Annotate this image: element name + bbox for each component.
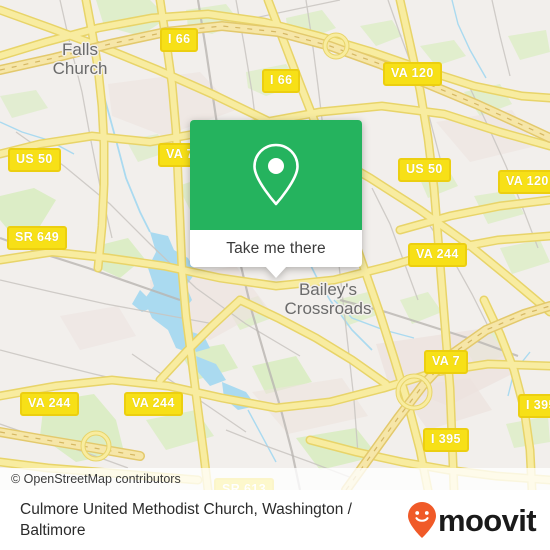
moovit-logo[interactable]: moovit (407, 501, 537, 539)
map-screenshot: Falls Church Bailey's Crossroads I 66 I … (0, 0, 550, 550)
road-shield-i395-south: I 395 (423, 428, 469, 452)
footer-bar: Culmore United Methodist Church, Washing… (0, 490, 550, 550)
road-shield-va120-east: VA 120 (498, 170, 550, 194)
road-shield-i395-east: I 395 (518, 394, 550, 418)
card-action-panel[interactable]: Take me there (190, 230, 362, 267)
card-pointer (265, 266, 287, 278)
road-shield-us50-west: US 50 (8, 148, 61, 172)
road-shield-va244-center: VA 244 (408, 243, 467, 267)
road-shield-va7-south: VA 7 (424, 350, 468, 374)
moovit-wordmark: moovit (437, 502, 537, 538)
road-shield-us50-east: US 50 (398, 158, 451, 182)
map-canvas[interactable]: Falls Church Bailey's Crossroads I 66 I … (0, 0, 550, 490)
location-title: Culmore United Methodist Church, Washing… (20, 501, 352, 539)
road-shield-va244-south: VA 244 (124, 392, 183, 416)
road-shield-va120-north: VA 120 (383, 62, 442, 86)
take-me-there-label: Take me there (226, 239, 326, 257)
road-shield-i66-east: I 66 (262, 69, 301, 93)
road-shield-va244-southwest: VA 244 (20, 392, 79, 416)
road-shield-sr613: SR 613 (214, 478, 275, 490)
take-me-there-card[interactable]: Take me there (190, 120, 362, 278)
road-shield-sr649: SR 649 (7, 226, 68, 250)
moovit-pin-icon (407, 502, 436, 538)
road-shield-i66-west: I 66 (160, 28, 199, 52)
card-pin-panel (190, 120, 362, 230)
map-pin-icon (253, 143, 299, 206)
